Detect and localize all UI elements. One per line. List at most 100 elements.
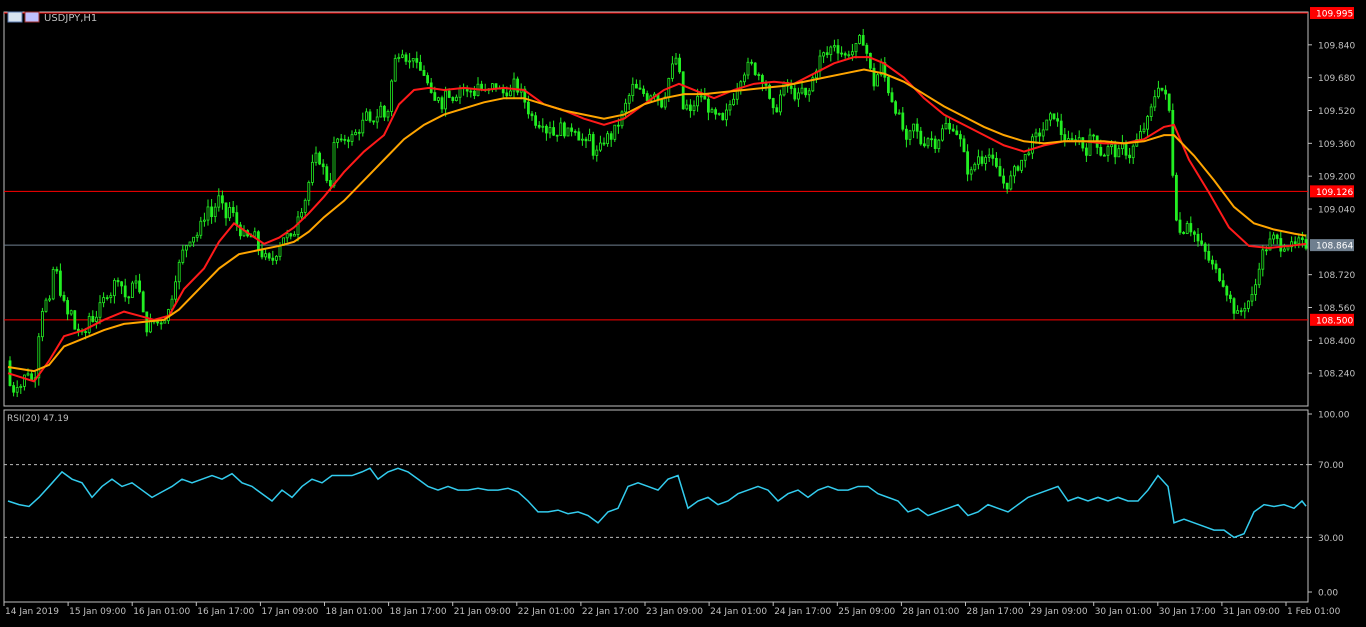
candle-body bbox=[793, 88, 797, 100]
candle-body bbox=[26, 373, 30, 376]
candle-body bbox=[1023, 154, 1027, 161]
candle-body bbox=[1038, 132, 1041, 137]
candle-body bbox=[22, 374, 26, 387]
candle-body bbox=[1189, 223, 1193, 233]
candle-body bbox=[138, 280, 142, 293]
time-tick-label: 18 Jan 01:00 bbox=[326, 607, 383, 617]
candle-body bbox=[1103, 154, 1106, 157]
candle-body bbox=[807, 90, 811, 96]
candle-body bbox=[440, 97, 444, 110]
candle-body bbox=[436, 97, 440, 101]
candle-body bbox=[1232, 298, 1236, 314]
candle-body bbox=[451, 97, 455, 102]
candle-body bbox=[1301, 237, 1304, 240]
candle-body bbox=[1203, 243, 1207, 252]
rsi-indicator-label: RSI(20) 47.19 bbox=[7, 414, 69, 424]
candle-body bbox=[908, 130, 912, 140]
candle-body bbox=[915, 123, 919, 132]
candle-body bbox=[840, 52, 843, 55]
candle-body bbox=[901, 112, 905, 130]
candle-body bbox=[660, 99, 663, 108]
candle-body bbox=[357, 131, 361, 134]
candle-body bbox=[310, 161, 314, 183]
candle-body bbox=[757, 74, 761, 76]
candle-body bbox=[134, 280, 138, 284]
candle-body bbox=[746, 61, 750, 76]
candle-body bbox=[797, 92, 800, 100]
candle-body bbox=[469, 90, 473, 93]
candle-body bbox=[948, 122, 951, 130]
candle-body bbox=[1070, 138, 1074, 141]
candle-body bbox=[156, 321, 160, 324]
candle-body bbox=[1088, 134, 1092, 156]
candle-body bbox=[858, 35, 861, 44]
candle-body bbox=[494, 83, 498, 89]
candle-body bbox=[174, 281, 178, 300]
candle-body bbox=[753, 62, 757, 75]
candle-body bbox=[977, 156, 980, 165]
candle-body bbox=[1049, 113, 1052, 121]
candle-body bbox=[109, 295, 113, 299]
candle-body bbox=[1293, 241, 1297, 244]
candle-body bbox=[382, 105, 386, 118]
candle-body bbox=[364, 111, 368, 121]
symbol-flag-icon bbox=[24, 11, 40, 23]
candle-body bbox=[606, 133, 609, 144]
candle-body bbox=[541, 125, 545, 128]
candle-body bbox=[361, 119, 365, 134]
candle-body bbox=[1063, 134, 1067, 141]
candle-body bbox=[804, 87, 807, 96]
candle-body bbox=[1146, 116, 1149, 130]
candle-body bbox=[973, 163, 977, 171]
candle-body bbox=[548, 127, 552, 134]
candle-body bbox=[408, 60, 412, 63]
time-tick-label: 21 Jan 09:00 bbox=[454, 607, 511, 617]
candle-body bbox=[1218, 268, 1221, 282]
candle-body bbox=[30, 373, 34, 381]
candle-body bbox=[426, 75, 430, 84]
price-tick-label: 109.840 bbox=[1318, 41, 1355, 51]
price-tick-label: 108.720 bbox=[1318, 271, 1355, 281]
candle-body bbox=[454, 96, 458, 102]
candle-body bbox=[1005, 182, 1009, 190]
candle-body bbox=[289, 233, 293, 237]
candle-body bbox=[584, 138, 588, 142]
candle-body bbox=[588, 134, 591, 142]
candle-body bbox=[876, 74, 879, 87]
candle-body bbox=[933, 138, 937, 149]
candle-body bbox=[199, 220, 203, 236]
candle-body bbox=[1016, 166, 1020, 171]
candle-body bbox=[332, 142, 336, 187]
chart-canvas[interactable]: 109.840 109.680 109.520 109.360 109.200 109.0… bbox=[0, 0, 1366, 623]
price-tick-label: 109.200 bbox=[1318, 173, 1355, 183]
candle-body bbox=[472, 90, 476, 96]
candle-body bbox=[987, 154, 991, 158]
candle-body bbox=[404, 54, 408, 62]
candle-body bbox=[591, 134, 595, 156]
candle-body bbox=[991, 154, 995, 159]
candle-body bbox=[995, 157, 998, 167]
candle-body bbox=[534, 115, 537, 126]
candle-body bbox=[771, 98, 775, 109]
candle-body bbox=[732, 98, 735, 106]
candle-body bbox=[41, 310, 44, 338]
candle-body bbox=[635, 83, 638, 89]
candle-body bbox=[1092, 134, 1095, 137]
candle-body bbox=[1153, 96, 1157, 108]
candle-body bbox=[897, 112, 901, 115]
candle-body bbox=[55, 269, 59, 272]
candle-body bbox=[1117, 148, 1121, 158]
candle-body bbox=[1239, 310, 1243, 313]
candle-body bbox=[397, 56, 401, 59]
price-tick-label: 108.400 bbox=[1318, 337, 1355, 347]
candle-body bbox=[707, 98, 710, 113]
candle-body bbox=[1275, 234, 1279, 239]
candle-body bbox=[372, 120, 376, 123]
candle-body bbox=[400, 54, 404, 58]
candle-body bbox=[274, 255, 278, 261]
candle-body bbox=[1272, 234, 1275, 240]
price-tick-label: 108.240 bbox=[1318, 370, 1355, 380]
candle-body bbox=[235, 212, 239, 226]
candle-body bbox=[1041, 129, 1045, 137]
candle-body bbox=[228, 207, 232, 219]
